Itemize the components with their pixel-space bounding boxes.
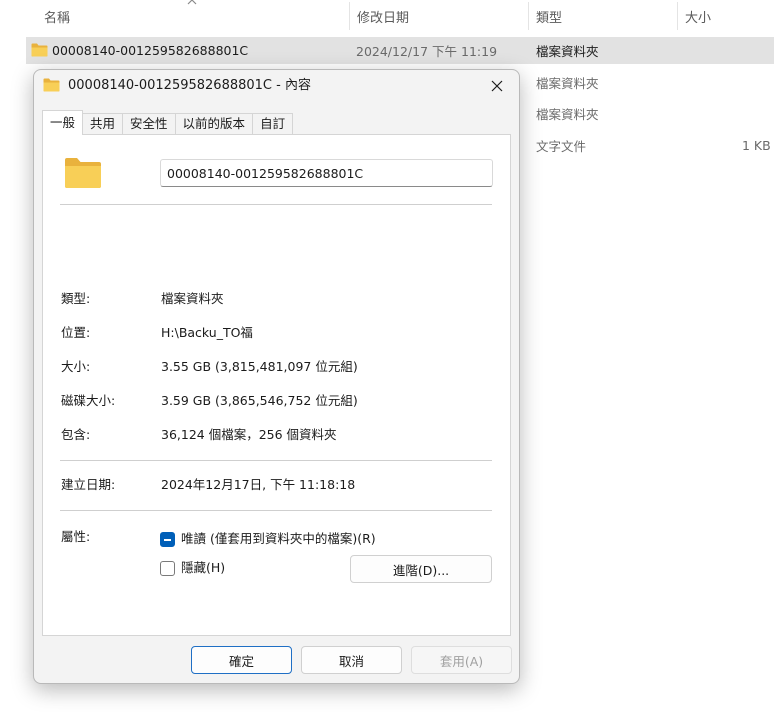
column-header-type[interactable]: 類型 [536,0,562,32]
file-type: 檔案資料夾 [536,76,599,91]
file-type: 檔案資料夾 [536,107,599,122]
column-size-label: 大小 [685,10,712,26]
column-separator[interactable] [528,2,529,30]
folder-icon [31,43,48,57]
file-type: 文字文件 [536,139,587,154]
type-value: 檔案資料夾 [161,291,224,306]
column-type-label: 類型 [536,10,563,26]
close-icon [491,80,503,92]
attributes-label: 屬性: [61,529,91,544]
sort-ascending-icon [187,0,197,5]
contains-label: 包含: [61,427,91,442]
location-value: H:\Backu_TO福 [161,325,253,340]
created-label: 建立日期: [61,477,116,492]
close-button[interactable] [475,70,519,102]
folder-icon [43,78,60,92]
ok-button[interactable]: 確定 [191,646,292,674]
readonly-label[interactable]: 唯讀 (僅套用到資料夾中的檔案)(R) [181,529,376,549]
file-name: 00008140-001259582688801C [52,43,249,58]
folder-icon [65,158,101,188]
file-type: 檔案資料夾 [536,44,599,59]
tab-previous-versions[interactable]: 以前的版本 [174,113,254,134]
divider [60,510,492,511]
dialog-title: 00008140-001259582688801C - 內容 [68,78,311,93]
file-size: 1 KB [742,138,771,153]
hidden-checkbox[interactable] [160,561,175,576]
general-tab-panel: 類型: 檔案資料夾 位置: H:\Backu_TO福 大小: 3.55 GB (… [42,134,511,636]
tab-security[interactable]: 安全性 [122,113,176,134]
size-label: 大小: [61,359,91,374]
column-separator[interactable] [677,2,678,30]
advanced-button[interactable]: 進階(D)... [350,555,492,583]
size-value: 3.55 GB (3,815,481,097 位元組) [161,359,358,374]
column-header-name[interactable]: 名稱 [44,0,70,32]
file-row[interactable]: 00008140-001259582688801C 2024/12/17 下午 … [26,37,774,64]
column-name-label: 名稱 [44,10,71,26]
disk-size-value: 3.59 GB (3,865,546,752 位元組) [161,393,358,408]
column-header-size[interactable]: 大小 [685,0,711,32]
divider [60,460,492,461]
properties-dialog: 00008140-001259582688801C - 內容 一般 共用 安全性… [33,69,520,684]
location-label: 位置: [61,325,91,340]
column-modified-label: 修改日期 [357,10,410,26]
readonly-checkbox[interactable] [160,532,175,547]
column-header-modified[interactable]: 修改日期 [357,0,409,32]
file-modified: 2024/12/17 下午 11:19 [356,44,498,59]
tab-general[interactable]: 一般 [42,110,84,135]
tab-sharing[interactable]: 共用 [82,113,124,134]
column-separator[interactable] [349,2,350,30]
dialog-titlebar[interactable]: 00008140-001259582688801C - 內容 [34,70,519,102]
contains-value: 36,124 個檔案，256 個資料夾 [161,427,337,442]
tab-customize[interactable]: 自訂 [252,113,294,134]
hidden-label[interactable]: 隱藏(H) [181,558,225,578]
disk-size-label: 磁碟大小: [61,393,116,408]
cancel-button[interactable]: 取消 [301,646,402,674]
folder-name-input[interactable] [160,159,493,187]
divider [60,204,492,205]
type-label: 類型: [61,291,91,306]
created-value: 2024年12月17日, 下午 11:18:18 [161,477,356,492]
apply-button[interactable]: 套用(A) [411,646,512,674]
tab-bar: 一般 共用 安全性 以前的版本 自訂 [42,110,294,135]
